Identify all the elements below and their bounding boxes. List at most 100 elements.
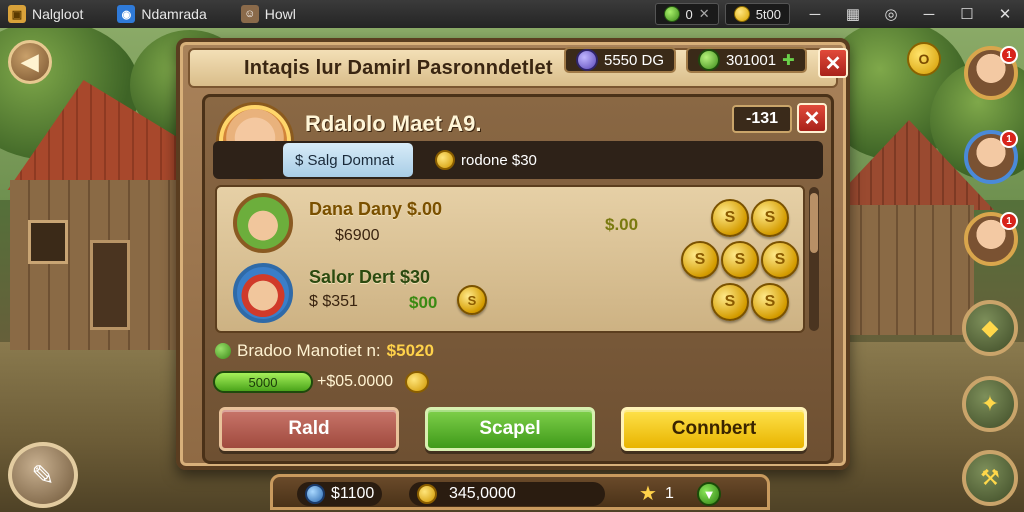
app-tab-3-label: Howl	[264, 6, 296, 22]
dialog-title: Intaqis lur Damirl Pasronndetlet	[244, 56, 553, 79]
back-arrow-icon: ◀	[21, 49, 39, 74]
resource-star-value: 1	[665, 485, 674, 502]
resource-pill-green[interactable]: 0 ✕	[654, 3, 719, 25]
close-small-icon: ✕	[698, 6, 710, 21]
settings-button[interactable]: ✎	[8, 442, 78, 508]
tools-icon: ⚒	[980, 465, 1000, 490]
resource-gold[interactable]: 345,0000	[409, 482, 605, 506]
resource-green[interactable]: ▼	[689, 482, 729, 506]
tab-sale[interactable]: $ Salg Domnat	[283, 143, 413, 177]
coin-icon[interactable]: S	[751, 283, 789, 321]
package-icon: ▣	[8, 5, 26, 23]
blue-gem-icon	[576, 49, 598, 71]
gem-currency-value: 5550 DG	[604, 51, 665, 69]
trade-panel: Rdalolo Maet A9. -131 ✕ $ Salg Domnat ro…	[202, 94, 834, 464]
app-tab-2[interactable]: ◉ Ndamrada	[109, 0, 214, 28]
wooden-house-right	[824, 120, 994, 340]
app-tab-1[interactable]: ▣ Nalgloot	[0, 0, 91, 28]
pencil-tool-icon: ✎	[31, 459, 55, 491]
coin-icon[interactable]: S	[681, 241, 719, 279]
progress-bar: 5000	[213, 371, 313, 393]
grid-icon[interactable]: ▦	[834, 0, 872, 28]
tab-bar: $ Salg Domnat rodone $30	[213, 141, 823, 179]
trader-value: $ $351	[309, 293, 358, 310]
profile-close-button[interactable]: ✕	[797, 103, 827, 133]
app-tab-3[interactable]: ☺ Howl	[233, 0, 304, 28]
trader-price: $00	[409, 293, 438, 312]
player-name: Rdalolo Maet A9.	[305, 111, 482, 136]
player-level: -131	[732, 105, 792, 133]
trader-name: Dana Dany $.00	[309, 199, 443, 219]
minimize-button[interactable]: ─	[796, 0, 834, 28]
window-close-button[interactable]: ✕	[986, 0, 1024, 28]
dialog-close-button[interactable]: ✕	[818, 48, 848, 78]
tab-rodone[interactable]: rodone $30	[423, 143, 593, 177]
gem-currency: 5550 DG	[564, 47, 677, 73]
green-gem-icon	[663, 6, 680, 22]
star-icon: ★	[639, 483, 657, 505]
resource-gold-value: 345,0000	[449, 485, 516, 502]
resource-star[interactable]: ★ 1	[629, 482, 682, 506]
friend-avatar-2[interactable]: 1	[964, 130, 1018, 184]
character-icon: ☺	[240, 5, 259, 23]
inventory-button[interactable]: ◆	[962, 300, 1018, 356]
plus-icon: ✚	[782, 52, 795, 69]
summary-line: Bradoo Manotiet n: $5020	[215, 341, 434, 361]
gold-coin-icon	[733, 6, 750, 22]
coin-icon[interactable]: S	[457, 285, 487, 315]
app-tab-1-label: Nalgloot	[32, 6, 84, 22]
resource-blue-value: $1100	[331, 485, 375, 502]
coin-icon[interactable]: S	[761, 241, 799, 279]
green-currency: 301001 ✚	[686, 47, 807, 73]
download-icon: ▼	[697, 482, 721, 506]
trade-dialog: Intaqis lur Damirl Pasronndetlet 5550 DG…	[176, 38, 850, 470]
raid-button[interactable]: Rald	[219, 407, 399, 451]
notification-badge: 1	[1000, 46, 1018, 64]
friend-avatar-3[interactable]: 1	[964, 212, 1018, 266]
blue-orb-icon	[305, 484, 325, 504]
notification-badge: 1	[1000, 130, 1018, 148]
build-button[interactable]: ⚒	[962, 450, 1018, 506]
window-minimize-button[interactable]: ─	[910, 0, 948, 28]
green-dot-icon	[215, 343, 231, 359]
green-currency-value: 301001	[726, 51, 777, 69]
quest-button[interactable]: ✦	[962, 376, 1018, 432]
list-scrollbar[interactable]	[809, 187, 819, 331]
resource-blue[interactable]: $1100	[297, 482, 383, 506]
trader-name: Salor Dert $30	[309, 267, 431, 287]
friend-avatar-1[interactable]: 1	[964, 46, 1018, 100]
coin-icon[interactable]: S	[751, 199, 789, 237]
coin-pile-icon	[405, 371, 429, 393]
coin-icon[interactable]: S	[721, 241, 759, 279]
gem-box-icon: ◆	[981, 315, 999, 340]
globe-icon[interactable]: ◎	[872, 0, 910, 28]
gold-currency-button[interactable]: O	[907, 42, 941, 76]
coin-icon[interactable]: S	[711, 283, 749, 321]
wooden-house-left	[0, 80, 210, 360]
convert-button[interactable]: Connbert	[621, 407, 807, 451]
trader-avatar	[233, 193, 293, 253]
window-title-bar: ▣ Nalgloot ◉ Ndamrada ☺ Howl 0 ✕ 5t00 ─ …	[0, 0, 1024, 28]
summary-label: Bradoo Manotiet n:	[237, 341, 381, 360]
trader-value: $6900	[335, 227, 380, 244]
maximize-button[interactable]: ☐	[948, 0, 986, 28]
green-gem-icon	[698, 49, 720, 71]
scapel-button[interactable]: Scapel	[425, 407, 595, 451]
compass-icon: ✦	[980, 391, 1000, 416]
app-blue-icon: ◉	[117, 5, 136, 23]
notification-badge: 1	[1000, 212, 1018, 230]
app-tab-2-label: Ndamrada	[141, 6, 207, 22]
back-button[interactable]: ◀	[8, 40, 52, 84]
progress-value: +$05.0000	[317, 373, 394, 390]
resource-pill-gold[interactable]: 5t00	[724, 3, 790, 25]
resource-bar: $1100 345,0000 ★ 1 ▼	[270, 474, 770, 510]
coin-icon[interactable]: S	[711, 199, 749, 237]
resource-pill-gold-value: 5t00	[755, 6, 781, 22]
coin-icon	[435, 150, 455, 170]
gold-coin-icon	[417, 484, 437, 504]
trade-list: Dana Dany $.00 $6900 $.00 Salor Dert $30…	[215, 185, 805, 333]
scroll-thumb[interactable]	[810, 193, 818, 253]
resource-pill-green-value: 0	[685, 6, 693, 22]
summary-amount: $5020	[386, 341, 434, 360]
tab-rodone-label: rodone $30	[461, 151, 537, 169]
